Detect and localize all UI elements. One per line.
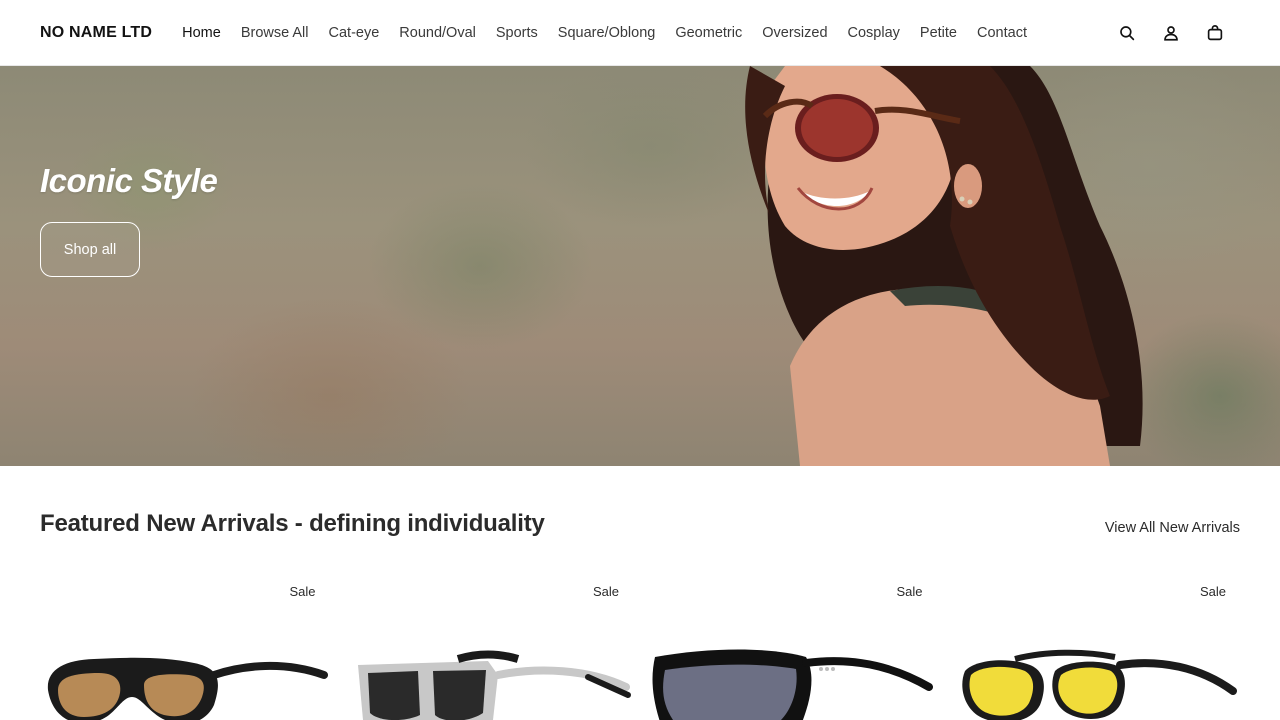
nav-oversized[interactable]: Oversized xyxy=(752,25,837,41)
product-card[interactable]: Sale xyxy=(40,575,330,720)
product-card[interactable]: Sale xyxy=(951,575,1241,720)
site-logo[interactable]: NO NAME LTD xyxy=(40,24,152,42)
product-card[interactable]: Sale xyxy=(647,575,937,720)
product-image xyxy=(961,649,1237,720)
nav-petite[interactable]: Petite xyxy=(910,25,967,41)
featured-heading: Featured New Arrivals - defining individ… xyxy=(40,510,545,537)
sale-badge: Sale xyxy=(289,584,316,599)
nav-square-oblong[interactable]: Square/Oblong xyxy=(548,25,666,41)
nav-geometric[interactable]: Geometric xyxy=(665,25,752,41)
product-image xyxy=(357,650,631,720)
view-all-new-arrivals-link[interactable]: View All New Arrivals xyxy=(1105,520,1240,536)
sale-badge: Sale xyxy=(896,584,923,599)
product-image xyxy=(47,657,328,720)
sale-badge: Sale xyxy=(592,584,619,599)
nav-round-oval[interactable]: Round/Oval xyxy=(389,25,486,41)
nav-cosplay[interactable]: Cosplay xyxy=(838,25,910,41)
site-header: NO NAME LTD Home Browse All Cat-eye Roun… xyxy=(0,0,1280,66)
account-icon[interactable] xyxy=(1158,20,1184,46)
main-nav: Home Browse All Cat-eye Round/Oval Sport… xyxy=(172,25,1037,41)
search-icon[interactable] xyxy=(1114,20,1140,46)
product-image xyxy=(652,649,933,720)
nav-sports[interactable]: Sports xyxy=(486,25,548,41)
nav-cat-eye[interactable]: Cat-eye xyxy=(319,25,390,41)
sale-badge: Sale xyxy=(1199,584,1226,599)
product-card[interactable]: Sale xyxy=(344,575,634,720)
shop-all-button[interactable]: Shop all xyxy=(40,222,140,277)
nav-browse-all[interactable]: Browse All xyxy=(231,25,319,41)
hero-model-image xyxy=(745,66,1143,466)
hero-title: Iconic Style xyxy=(40,162,218,199)
header-icons xyxy=(1114,20,1228,46)
nav-home[interactable]: Home xyxy=(172,25,231,41)
hero-banner: Iconic Style Shop all xyxy=(0,66,1280,466)
cart-icon[interactable] xyxy=(1202,20,1228,46)
nav-contact[interactable]: Contact xyxy=(967,25,1037,41)
product-grid: Sale Sale Sale Sale xyxy=(40,575,1240,720)
